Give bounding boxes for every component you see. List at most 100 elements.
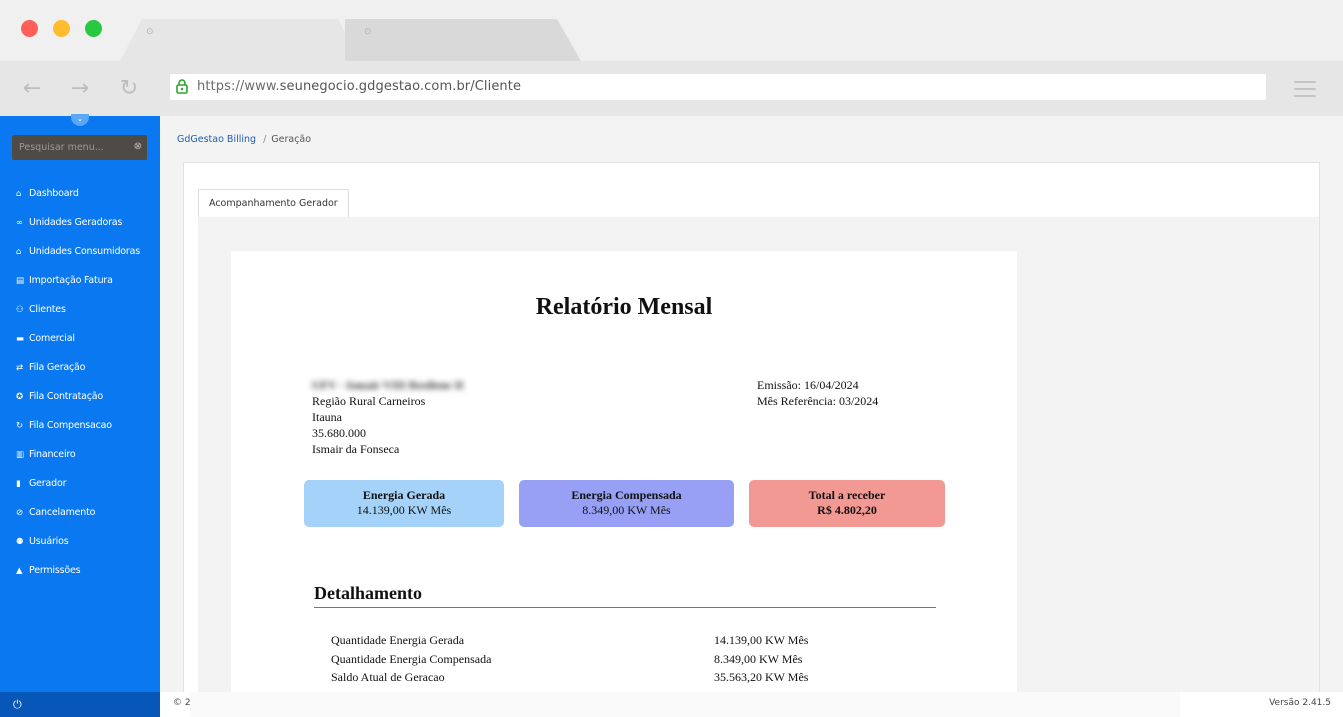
document-icon: ▤ [16,275,25,286]
sidebar-item-label: Usuários [29,536,69,547]
client-address: Região Rural Carneiros [312,394,426,408]
sidebar-item-label: Dashboard [29,188,79,199]
sidebar-item-importacao-fatura[interactable]: ▤ Importação Fatura [0,266,160,295]
section-title-detalhamento: Detalhamento [314,583,422,603]
sidebar-item-label: Fila Geração [29,362,86,373]
detail-label: Saldo Atual de Geracao [331,670,445,684]
reference-month: Mês Referência: 03/2024 [757,394,879,408]
sidebar-item-label: Financeiro [29,449,76,460]
report-title: Relatório Mensal [535,294,713,320]
power-icon[interactable]: ⏻ [13,698,22,712]
user-group-icon: ⚉ [16,536,24,547]
card-label: Energia Gerada [362,488,446,502]
close-window-button[interactable] [21,20,38,37]
lock-icon: ▲ [16,565,23,576]
breadcrumb-current: Geração [271,134,312,145]
reload-icon[interactable]: ↻ [117,77,141,101]
url-text: https://www.seunegocio.gdgestao.com.br/C… [197,79,521,94]
menu-search-input[interactable] [12,135,132,160]
address-bar[interactable]: https://www.seunegocio.gdgestao.com.br/C… [170,74,1266,100]
total-receivable-card: Total a receber R$ 4.802,20 [749,480,945,527]
tab-acompanhamento-gerador[interactable]: Acompanhamento Gerador [198,189,349,217]
copyright-text: © 2024 [173,698,191,708]
client-city: Itauna [312,410,342,424]
breadcrumb-link-home[interactable]: GdGestao Billing [177,134,256,145]
section-divider [314,607,936,608]
ban-icon: ⊘ [16,507,24,518]
content-panel: Acompanhamento Gerador Relatório Mensal … [183,162,1320,693]
card-value: R$ 4.802,20 [817,503,877,517]
browser-tab-active[interactable]: ⊙ [120,19,360,61]
sidebar-item-dashboard[interactable]: ⌂ Dashboard [0,179,160,208]
sidebar-item-label: Unidades Geradoras [29,217,123,228]
card-value: 14.139,00 KW Mês [356,503,452,517]
bank-icon: ▥ [16,449,25,460]
detail-label: Quantidade Energia Gerada [331,633,465,647]
clear-search-icon[interactable]: ⊗ [134,141,142,153]
monthly-report: Relatório Mensal UFV - Ismair VIII Resil… [231,251,1017,693]
briefcase-icon: ▬ [16,333,25,344]
sidebar-item-comercial[interactable]: ▬ Comercial [0,324,160,353]
sidebar-item-unidades-consumidoras[interactable]: ⌂ Unidades Consumidoras [0,237,160,266]
sidebar-menu: ⌂ Dashboard ∞ Unidades Geradoras ⌂ Unidades… [0,179,160,585]
sidebar: ⌄ ⊗ ⌂ Dashboard ∞ Unidades Geradoras ⌂ Unid… [0,114,160,692]
sidebar-item-label: Cancelamento [29,507,96,518]
footer: © 2024 Versão 2.41.5 [160,692,1343,717]
tab-body: Relatório Mensal UFV - Ismair VIII Resil… [198,217,1319,693]
sidebar-item-unidades-geradoras[interactable]: ∞ Unidades Geradoras [0,208,160,237]
sidebar-item-label: Fila Compensacao [29,420,112,431]
menu-search: ⊗ [12,135,147,160]
client-owner: Ismair da Fonseca [312,442,400,456]
tab-close-icon[interactable]: ⊙ [146,27,154,37]
client-zip: 35.680.000 [312,426,366,440]
handshake-icon: ✪ [16,391,24,402]
browser-tab-inactive[interactable]: ⊙ [345,19,581,61]
hamburger-menu-icon[interactable] [1294,81,1316,97]
sidebar-item-fila-compensacao[interactable]: ↻ Fila Compensacao [0,411,160,440]
energy-compensated-card: Energia Compensada 8.349,00 KW Mês [519,480,734,527]
main-content: GdGestao Billing / Geração Acompanhamento … [160,116,1343,693]
url-host: seunegocio.gdgestao.com.br/Cliente [279,79,522,94]
link-icon: ∞ [16,217,24,228]
sidebar-item-label: Unidades Consumidoras [29,246,140,257]
sidebar-item-gerador[interactable]: ▮ Gerador [0,469,160,498]
tab-close-icon[interactable]: ⊙ [364,27,372,37]
house-icon: ⌂ [16,246,22,257]
sidebar-item-permissoes[interactable]: ▲ Permissões [0,556,160,585]
lock-icon [176,79,188,94]
sidebar-item-financeiro[interactable]: ▥ Financeiro [0,440,160,469]
breadcrumb: GdGestao Billing / Geração [177,134,311,145]
sidebar-item-label: Comercial [29,333,75,344]
sidebar-item-clientes[interactable]: ⚇ Clientes [0,295,160,324]
energy-generated-card: Energia Gerada 14.139,00 KW Mês [304,480,504,527]
forward-arrow-icon[interactable]: → [68,77,92,101]
url-prefix: https://www. [197,79,280,94]
detail-value: 35.563,20 KW Mês [714,670,809,684]
sidebar-footer: ⏻ [0,692,160,717]
detail-label: Quantidade Energia Compensada [331,652,492,666]
chevron-down-icon[interactable]: ⌄ [71,114,89,126]
card-label: Energia Compensada [571,488,682,502]
back-arrow-icon[interactable]: ← [20,77,44,101]
sidebar-item-label: Gerador [29,478,67,489]
sidebar-item-label: Importação Fatura [29,275,113,286]
detail-value: 14.139,00 KW Mês [714,633,809,647]
users-icon: ⚇ [16,304,24,315]
sidebar-item-fila-contratacao[interactable]: ✪ Fila Contratação [0,382,160,411]
sidebar-item-label: Clientes [29,304,66,315]
emission-date: Emissão: 16/04/2024 [757,378,859,392]
breadcrumb-separator: / [263,134,267,145]
maximize-window-button[interactable] [85,20,102,37]
signal-bars-icon: ▮ [16,478,21,489]
sidebar-item-fila-geracao[interactable]: ⇄ Fila Geração [0,353,160,382]
minimize-window-button[interactable] [53,20,70,37]
version-text: Versão 2.41.5 [1269,698,1331,708]
sidebar-item-label: Fila Contratação [29,391,104,402]
sidebar-item-usuarios[interactable]: ⚉ Usuários [0,527,160,556]
exchange-icon: ⇄ [16,362,24,373]
sidebar-item-cancelamento[interactable]: ⊘ Cancelamento [0,498,160,527]
refresh-icon: ↻ [16,420,24,431]
detail-value: 8.349,00 KW Mês [714,652,803,666]
sidebar-item-label: Permissões [29,565,81,576]
client-info: UFV - Ismair VIII Resilene II Região Rur… [312,377,464,457]
